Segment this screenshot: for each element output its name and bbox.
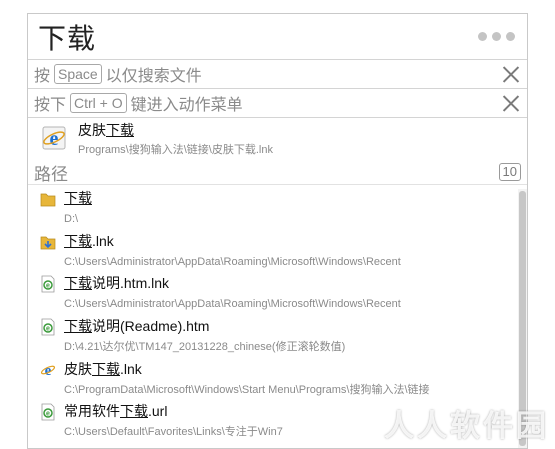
item-path: D:\ [64, 213, 79, 225]
result-path: Programs\搜狗输入法\链接\皮肤下载.lnk [78, 144, 273, 156]
section-label: 路径 [34, 164, 68, 185]
list-item[interactable]: e 皮肤下载.lnk C:\ProgramData\Microsoft\Wind… [28, 356, 527, 399]
ie-icon: e [42, 126, 66, 150]
item-name: 下载说明(Readme).htm [64, 318, 210, 335]
hint-space-row: 按 Space 以仅搜索文件 [28, 60, 527, 89]
item-name: 下载说明.htm.lnk [64, 275, 170, 292]
svg-text:e: e [50, 128, 59, 150]
ie-icon: e [40, 363, 56, 379]
search-header: 下载 [28, 14, 527, 60]
search-query-input[interactable]: 下载 [38, 17, 96, 57]
svg-text:e: e [46, 411, 50, 418]
list-item[interactable]: 下载.lnk C:\Users\Administrator\AppData\Ro… [28, 228, 527, 271]
item-path: C:\Users\Administrator\AppData\Roaming\M… [64, 298, 401, 311]
html-file-icon: e [41, 318, 55, 336]
item-path: C:\Users\Default\Favorites\Links\专注于Win7 [64, 426, 283, 439]
section-header-path: 路径 10 [28, 160, 527, 185]
item-name: 常用软件下载.url [64, 403, 168, 420]
hint-suffix: 以仅搜索文件 [105, 66, 202, 85]
html-file-icon: e [41, 275, 55, 293]
item-name: 皮肤下载.lnk [64, 360, 142, 377]
list-item[interactable]: e 下载说明.htm.lnk C:\Users\Administrator\Ap… [28, 270, 527, 313]
result-name: 皮肤下载 [78, 122, 134, 138]
hint-prefix: 按下 [34, 95, 67, 114]
top-result[interactable]: e 皮肤下载 Programs\搜狗输入法\链接\皮肤下载.lnk [28, 118, 527, 160]
space-key-badge: Space [54, 64, 102, 84]
hint-action-row: 按下 Ctrl + O 键进入动作菜单 [28, 89, 527, 118]
item-path: C:\ProgramData\Microsoft\Windows\Start M… [64, 383, 430, 396]
item-path: D:\4.21\达尔优\TM147_20131228_chinese(修正滚轮数… [64, 341, 346, 354]
folder-shortcut-icon [40, 236, 56, 250]
html-file-icon: e [41, 404, 55, 421]
close-icon[interactable] [501, 64, 521, 84]
item-name: 下载 [64, 190, 92, 206]
list-item[interactable]: 下载 D:\ [28, 185, 527, 228]
ctrl-o-key-badge: Ctrl + O [70, 93, 127, 113]
close-icon[interactable] [501, 93, 521, 113]
item-name: 下载.lnk [64, 232, 114, 249]
item-path: C:\Users\Administrator\AppData\Roaming\M… [64, 255, 401, 268]
svg-text:e: e [46, 326, 50, 333]
result-count-badge: 10 [498, 163, 521, 181]
hint-prefix: 按 [34, 66, 51, 85]
list-item[interactable]: e 下载说明(Readme).htm D:\4.21\达尔优\TM147_201… [28, 313, 527, 356]
search-launcher-window: 下载 按 Space 以仅搜索文件 按下 Ctrl + O 键进入动作菜单 e … [27, 13, 528, 449]
hint-suffix: 键进入动作菜单 [130, 95, 243, 114]
watermark-logo: 人人软件园 [384, 409, 549, 444]
svg-text:e: e [46, 283, 50, 290]
folder-icon [40, 193, 56, 207]
more-options-icon[interactable] [478, 32, 517, 41]
